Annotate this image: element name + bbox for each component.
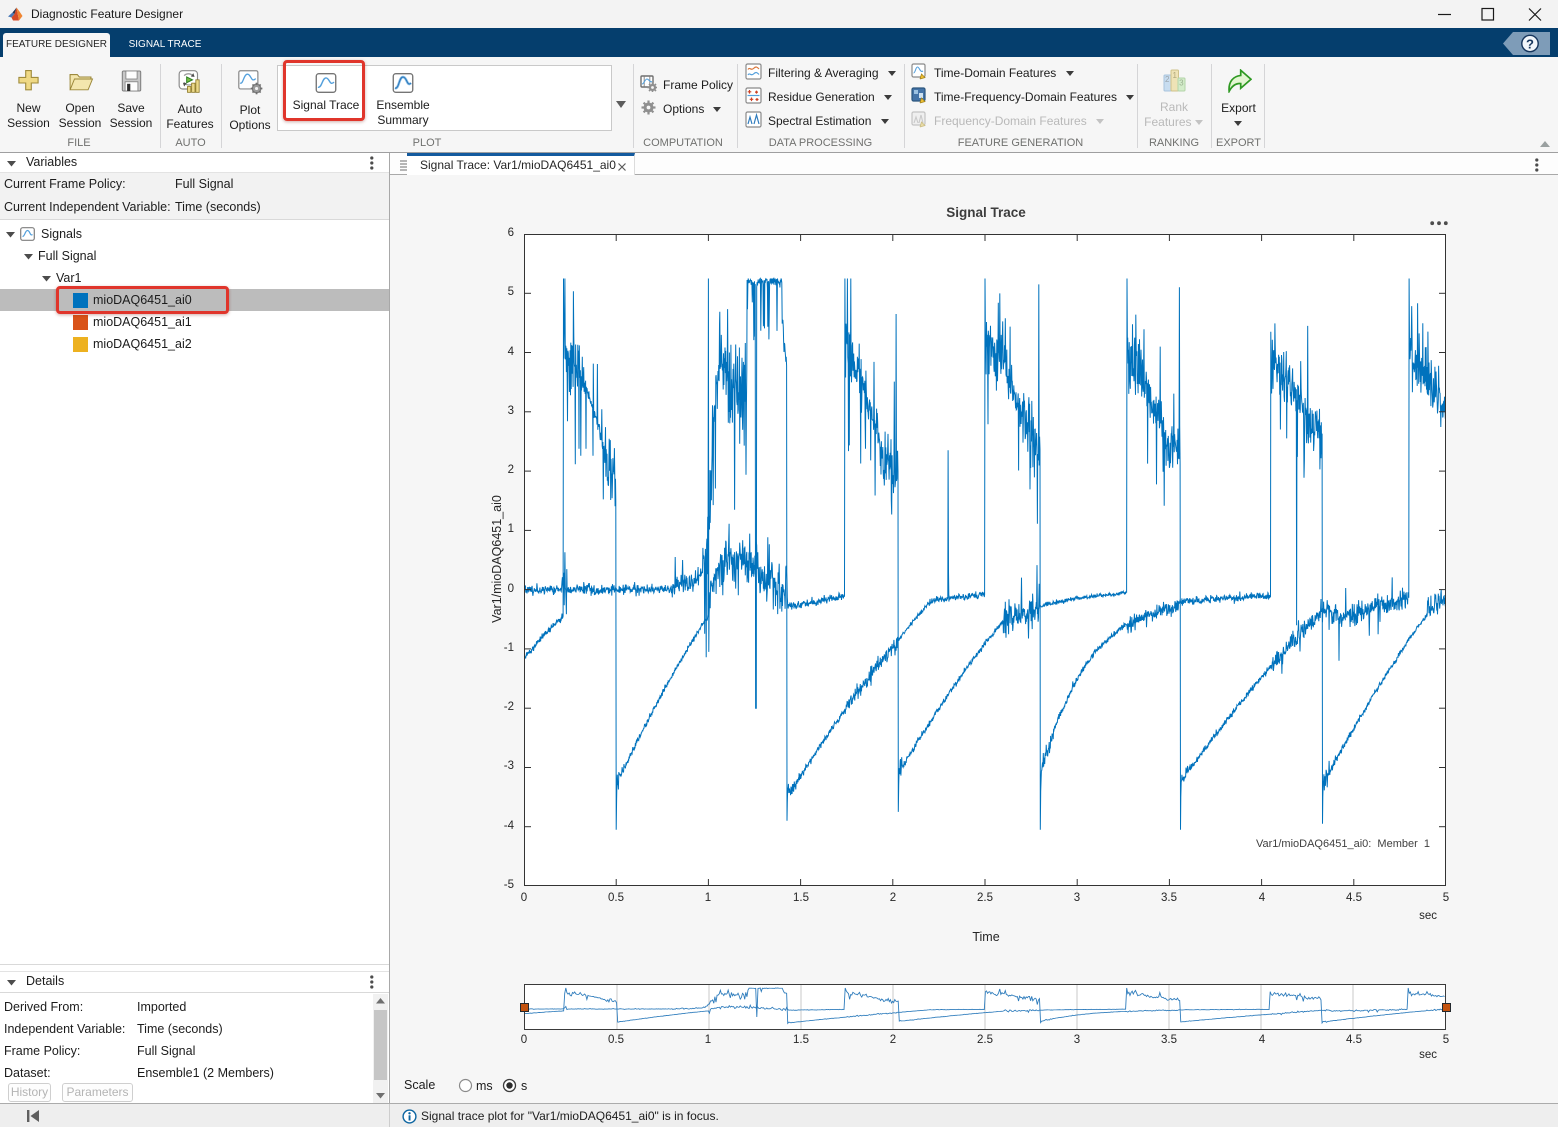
svg-text:2: 2	[1164, 75, 1169, 84]
svg-text:1: 1	[1172, 71, 1177, 80]
svg-text:?: ?	[1526, 36, 1534, 51]
svg-text:3: 3	[1179, 79, 1184, 88]
